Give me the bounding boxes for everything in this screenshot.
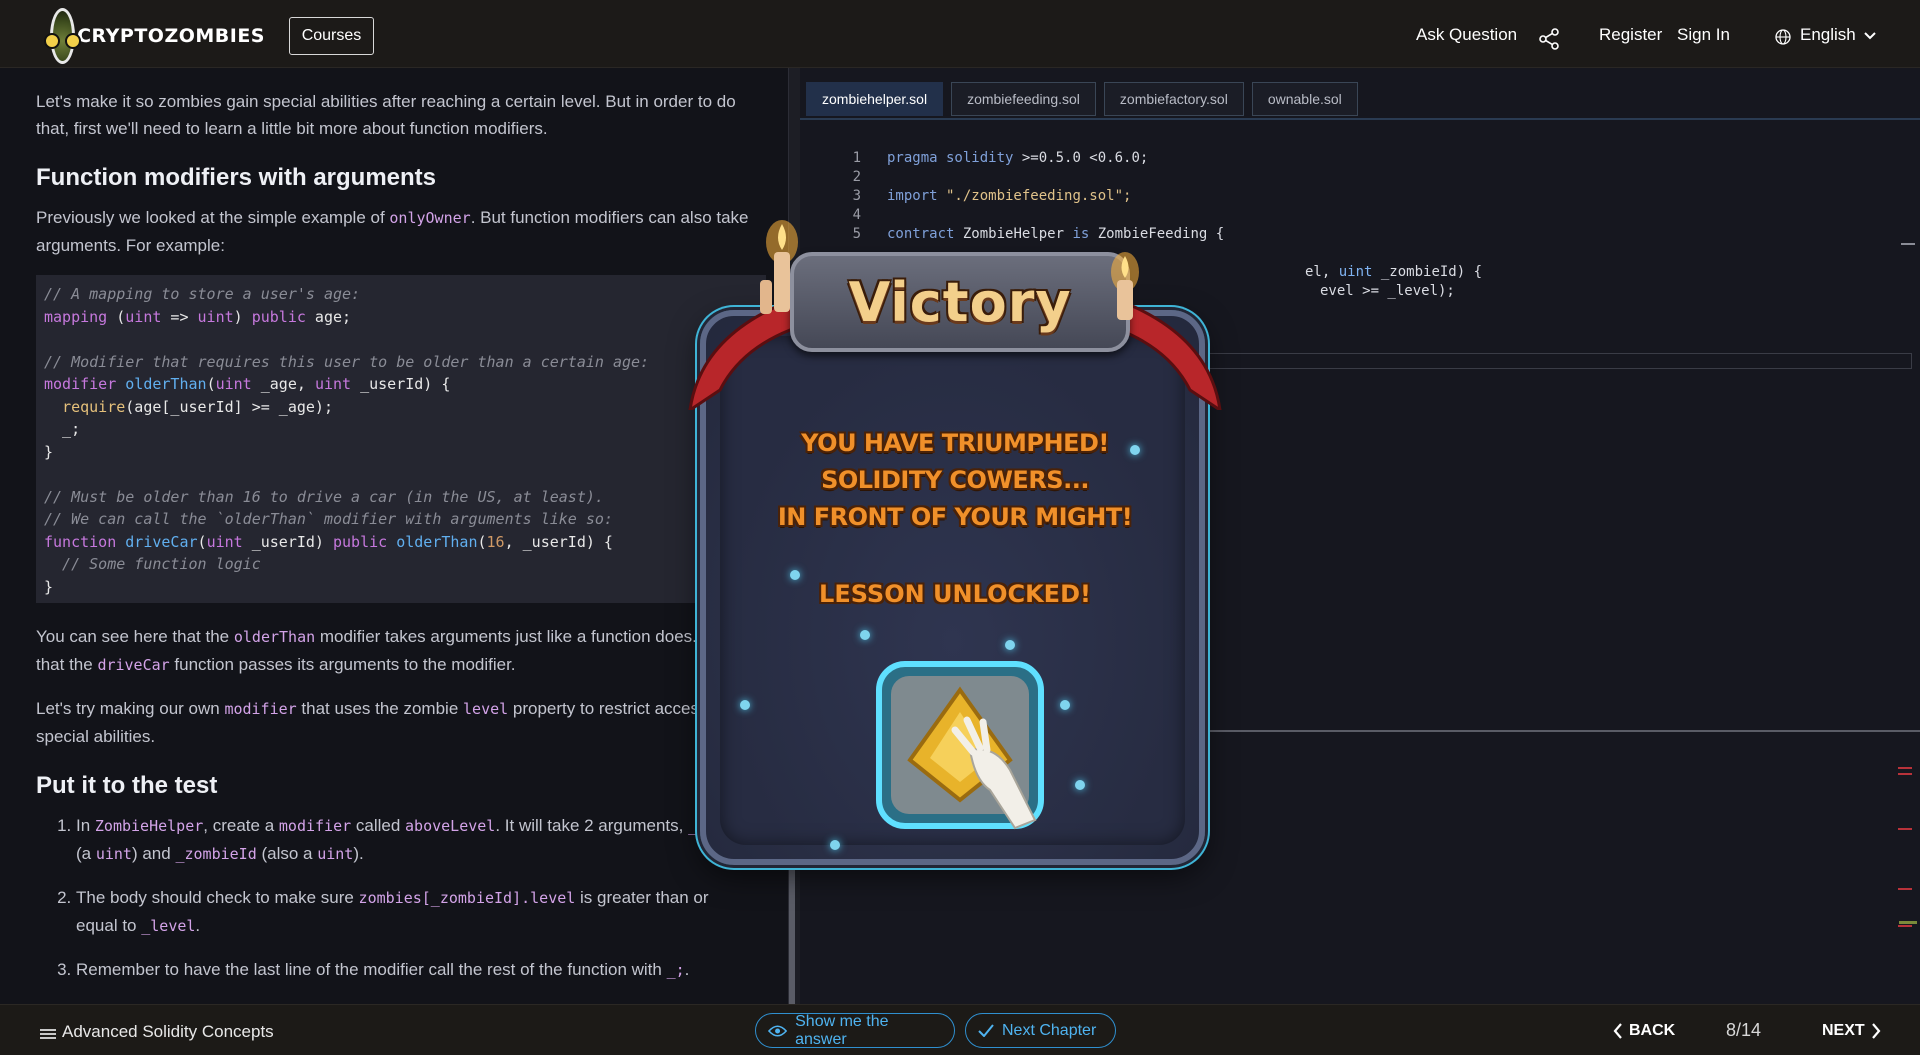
bottom-bar: Advanced Solidity Concepts Show me the a…	[0, 1004, 1920, 1055]
logo-text: CRYPTOZOMBIES	[77, 25, 265, 47]
register-link[interactable]: Register	[1599, 25, 1662, 45]
sign-in-link[interactable]: Sign In	[1677, 25, 1730, 45]
lesson-paragraph: Previously we looked at the simple examp…	[36, 208, 749, 255]
tab-zombiefeeding[interactable]: zombiefeeding.sol	[951, 82, 1096, 116]
language-label: English	[1800, 25, 1856, 44]
chevron-right-icon	[1871, 1023, 1881, 1039]
sparkle-icon	[1060, 700, 1070, 710]
overview-ruler-mark	[1899, 921, 1917, 924]
tab-zombiehelper[interactable]: zombiehelper.sol	[806, 82, 944, 116]
section-heading-modifiers: Function modifiers with arguments	[36, 164, 437, 191]
next-button[interactable]: NEXT	[1822, 1022, 1881, 1040]
chevron-left-icon	[1613, 1023, 1622, 1039]
sparkle-icon	[1005, 640, 1015, 650]
lesson-paragraph: Let's try making our own modifier that u…	[36, 699, 727, 746]
tab-ownable[interactable]: ownable.sol	[1251, 82, 1358, 116]
language-selector[interactable]: English	[1800, 25, 1876, 45]
sparkle-icon	[790, 570, 800, 580]
section-heading-test: Put it to the test	[36, 772, 218, 799]
globe-icon	[1775, 29, 1791, 45]
error-marker	[1898, 767, 1912, 769]
chevron-down-icon	[1863, 32, 1876, 40]
error-marker	[1898, 925, 1912, 927]
course-title[interactable]: Advanced Solidity Concepts	[62, 1022, 274, 1042]
instruction-item: Remember to have the last line of the mo…	[76, 956, 754, 984]
victory-message: YOU HAVE TRIUMPHED! SOLIDITY COWERS... I…	[777, 429, 1133, 531]
courses-button[interactable]: Courses	[289, 17, 374, 55]
lesson-paragraph: You can see here that the olderThan modi…	[36, 627, 731, 674]
sparkle-icon	[830, 840, 840, 850]
overview-ruler-mark	[1901, 243, 1915, 245]
sparkle-icon	[1130, 445, 1140, 455]
ask-question-link[interactable]: Ask Question	[1416, 25, 1517, 45]
unlock-badge-icon	[876, 661, 1044, 830]
editor-divider	[1205, 730, 1920, 732]
error-marker	[1898, 773, 1912, 775]
back-button[interactable]: BACK	[1613, 1022, 1675, 1040]
error-marker	[1898, 888, 1912, 890]
sparkle-icon	[740, 700, 750, 710]
sparkle-icon	[860, 630, 870, 640]
eye-icon	[768, 1024, 788, 1037]
instruction-item: In ZombieHelper, create a modifier calle…	[76, 812, 754, 868]
top-header: CRYPTOZOMBIES Courses Ask Question Regis…	[0, 0, 1920, 68]
share-icon[interactable]	[1538, 28, 1560, 50]
error-marker	[1898, 828, 1912, 830]
title-plate: Victory	[790, 252, 1130, 352]
tabs-underline	[800, 118, 1920, 120]
checkmark-icon	[978, 1024, 994, 1037]
sparkle-icon	[1075, 780, 1085, 790]
lesson-intro: Let's make it so zombies gain special ab…	[36, 92, 736, 138]
menu-icon[interactable]	[40, 1029, 56, 1039]
instruction-item: The body should check to make sure zombi…	[76, 884, 754, 940]
file-tabs: zombiehelper.sol zombiefeeding.sol zombi…	[800, 82, 1358, 118]
cryptozombies-logo[interactable]: CRYPTOZOMBIES	[44, 8, 265, 64]
zombie-logo-icon	[44, 8, 82, 64]
inline-code: onlyOwner	[389, 209, 471, 227]
candle-left-icon	[760, 220, 798, 314]
next-chapter-button[interactable]: Next Chapter	[965, 1013, 1116, 1048]
lesson-unlocked-text: LESSON UNLOCKED!	[819, 580, 1091, 608]
victory-modal[interactable]: Victory YOU HAVE TRIUMPHED! SOLIDITY COW…	[660, 200, 1250, 900]
show-answer-button[interactable]: Show me the answer	[755, 1013, 955, 1048]
candle-right-icon	[1111, 252, 1139, 320]
code-line: 2	[852, 169, 861, 185]
example-code-block: // A mapping to store a user's age: mapp…	[36, 275, 766, 603]
tab-zombiefactory[interactable]: zombiefactory.sol	[1103, 82, 1244, 116]
lesson-progress: 8/14	[1726, 1020, 1762, 1040]
code-line: 1 pragma solidity >=0.5.0 <0.6.0;	[852, 150, 1149, 166]
modal-title: Victory	[848, 270, 1072, 334]
instruction-list: In ZombieHelper, create a modifier calle…	[36, 812, 754, 984]
